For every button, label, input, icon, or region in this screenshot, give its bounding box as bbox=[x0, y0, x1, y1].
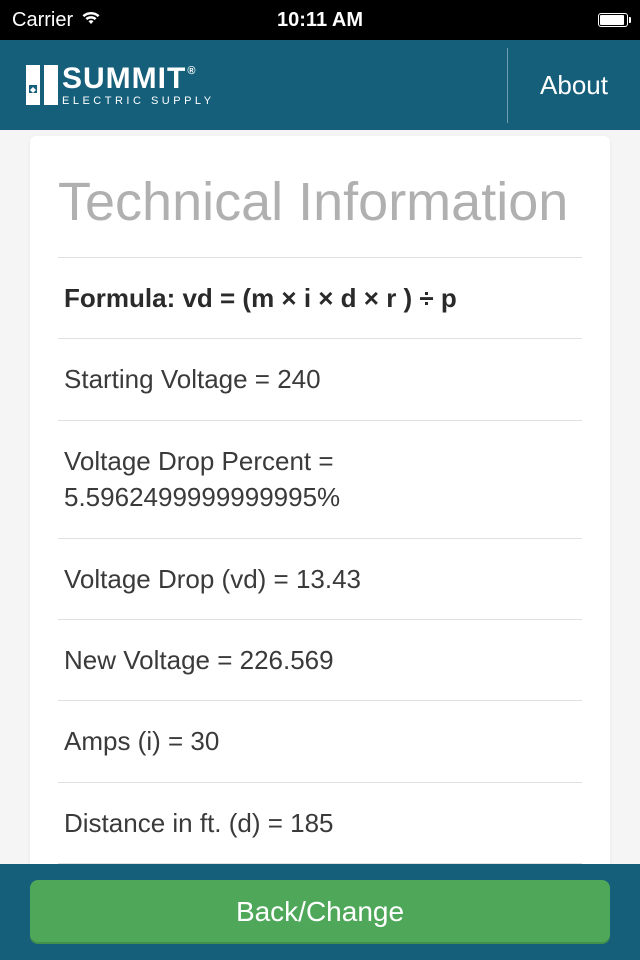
status-right bbox=[598, 13, 628, 27]
voltage-drop-percent-row: Voltage Drop Percent = 5.596249999999999… bbox=[58, 420, 582, 538]
formula-row: Formula: vd = (m × i × d × r ) ÷ p bbox=[58, 257, 582, 338]
back-button[interactable]: Back/Change bbox=[30, 880, 610, 944]
new-voltage-row: New Voltage = 226.569 bbox=[58, 619, 582, 700]
app-header: SUMMIT ® ELECTRIC SUPPLY About bbox=[0, 40, 640, 130]
battery-icon bbox=[598, 13, 628, 27]
status-time: 10:11 AM bbox=[277, 9, 363, 32]
brand-tagline: ELECTRIC SUPPLY bbox=[62, 96, 215, 107]
bottom-bar: Back/Change bbox=[0, 864, 640, 960]
amps-row: Amps (i) = 30 bbox=[58, 700, 582, 781]
info-card: Technical Information Formula: vd = (m ×… bbox=[30, 136, 610, 876]
status-bar: Carrier 10:11 AM bbox=[0, 0, 640, 40]
status-left: Carrier bbox=[12, 9, 101, 32]
starting-voltage-row: Starting Voltage = 240 bbox=[58, 338, 582, 419]
logo-mark-icon bbox=[24, 63, 60, 107]
distance-row: Distance in ft. (d) = 185 bbox=[58, 782, 582, 863]
brand-registered: ® bbox=[187, 66, 196, 77]
voltage-drop-row: Voltage Drop (vd) = 13.43 bbox=[58, 538, 582, 619]
logo-text: SUMMIT ® ELECTRIC SUPPLY bbox=[62, 64, 215, 107]
carrier-label: Carrier bbox=[12, 9, 73, 32]
about-button[interactable]: About bbox=[507, 48, 640, 123]
page-title: Technical Information bbox=[58, 171, 582, 233]
brand-name: SUMMIT bbox=[62, 64, 186, 94]
brand-logo[interactable]: SUMMIT ® ELECTRIC SUPPLY bbox=[24, 63, 215, 107]
wifi-icon bbox=[81, 9, 101, 32]
content: Technical Information Formula: vd = (m ×… bbox=[0, 136, 640, 876]
